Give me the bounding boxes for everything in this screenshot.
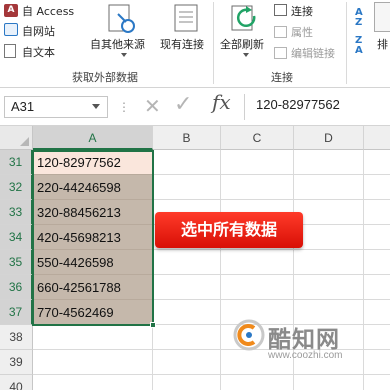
ribbon-data-tab: A 自 Access 自网站 自文本 自其他来源 现有连接 全部刷新 连接 属性… — [0, 0, 390, 88]
access-icon: A — [4, 4, 18, 17]
group-label-get-external-data: 获取外部数据 — [72, 71, 138, 84]
cell-a37[interactable]: 770-4562469 — [33, 300, 153, 325]
sort-za-icon[interactable]: ZA — [355, 36, 363, 56]
connections-button[interactable]: 连接 — [291, 3, 313, 19]
existing-connections-icon — [174, 4, 198, 32]
other-sources-icon — [108, 4, 135, 33]
row-header[interactable]: 39 — [0, 350, 33, 375]
from-other-sources-button[interactable]: 自其他来源 — [90, 36, 145, 52]
edit-links-icon — [274, 47, 287, 59]
cell-a34[interactable]: 420-45698213 — [33, 225, 153, 250]
gridline — [363, 150, 364, 390]
excel-window: A 自 Access 自网站 自文本 自其他来源 现有连接 全部刷新 连接 属性… — [0, 0, 390, 390]
row-header[interactable]: 38 — [0, 325, 33, 350]
formula-input[interactable]: 120-82977562 — [256, 97, 340, 112]
web-icon — [4, 23, 18, 36]
annotation-callout: 选中所有数据 — [155, 212, 303, 248]
cell-a36[interactable]: 660-42561788 — [33, 275, 153, 300]
cell-a33[interactable]: 320-88456213 — [33, 200, 153, 225]
cell-a32[interactable]: 220-44246598 — [33, 175, 153, 200]
watermark-brand: 酷知网 — [268, 327, 340, 353]
column-header-e[interactable] — [364, 126, 390, 150]
cancel-icon[interactable]: ✕ — [144, 94, 161, 118]
column-header-d[interactable]: D — [294, 126, 364, 150]
insert-function-button[interactable]: fx — [212, 90, 231, 114]
row-header[interactable]: 35 — [0, 250, 33, 275]
from-text-button[interactable]: 自文本 — [22, 44, 55, 60]
properties-button[interactable]: 属性 — [291, 24, 313, 40]
chevron-down-icon — [243, 53, 249, 57]
column-header-c[interactable]: C — [221, 126, 294, 150]
cell-a35[interactable]: 550-4426598 — [33, 250, 153, 275]
coozhi-logo-icon — [233, 319, 265, 351]
gridline — [220, 150, 221, 390]
connections-icon — [274, 4, 287, 16]
sort-button[interactable]: 排 — [377, 36, 388, 52]
row-header[interactable]: 40 — [0, 375, 33, 390]
row-header[interactable]: 32 — [0, 175, 33, 200]
cell-a31[interactable]: 120-82977562 — [33, 150, 153, 175]
sort-az-icon[interactable]: AZ — [355, 8, 363, 28]
group-separator — [213, 2, 214, 84]
chevron-down-icon — [121, 53, 127, 57]
from-web-button[interactable]: 自网站 — [22, 23, 55, 39]
more-icon: ⋮ — [118, 100, 130, 114]
select-all-button[interactable] — [0, 126, 33, 150]
column-header-a[interactable]: A — [33, 126, 153, 150]
fill-handle[interactable] — [150, 322, 156, 328]
row-header[interactable]: 34 — [0, 225, 33, 250]
existing-connections-button[interactable]: 现有连接 — [160, 36, 204, 52]
group-separator — [346, 2, 347, 84]
formula-divider — [244, 94, 245, 120]
row-header[interactable]: 37 — [0, 300, 33, 325]
refresh-all-icon — [231, 5, 256, 31]
gridline — [33, 374, 390, 375]
row-header[interactable]: 36 — [0, 275, 33, 300]
confirm-icon[interactable]: ✓ — [174, 92, 192, 117]
watermark-url: www.coozhi.com — [268, 350, 343, 361]
properties-icon — [274, 26, 287, 38]
row-header[interactable]: 31 — [0, 150, 33, 175]
column-header-b[interactable]: B — [153, 126, 221, 150]
formula-bar: A31 ⋮ ✕ ✓ fx 120-82977562 — [0, 88, 390, 126]
text-file-icon — [4, 44, 16, 58]
from-access-button[interactable]: 自 Access — [22, 3, 74, 19]
chevron-down-icon[interactable] — [92, 104, 100, 109]
sort-icon — [374, 2, 390, 32]
group-label-connections: 连接 — [271, 71, 293, 84]
row-header[interactable]: 33 — [0, 200, 33, 225]
edit-links-button[interactable]: 编辑链接 — [291, 45, 335, 61]
refresh-all-button[interactable]: 全部刷新 — [220, 36, 264, 52]
